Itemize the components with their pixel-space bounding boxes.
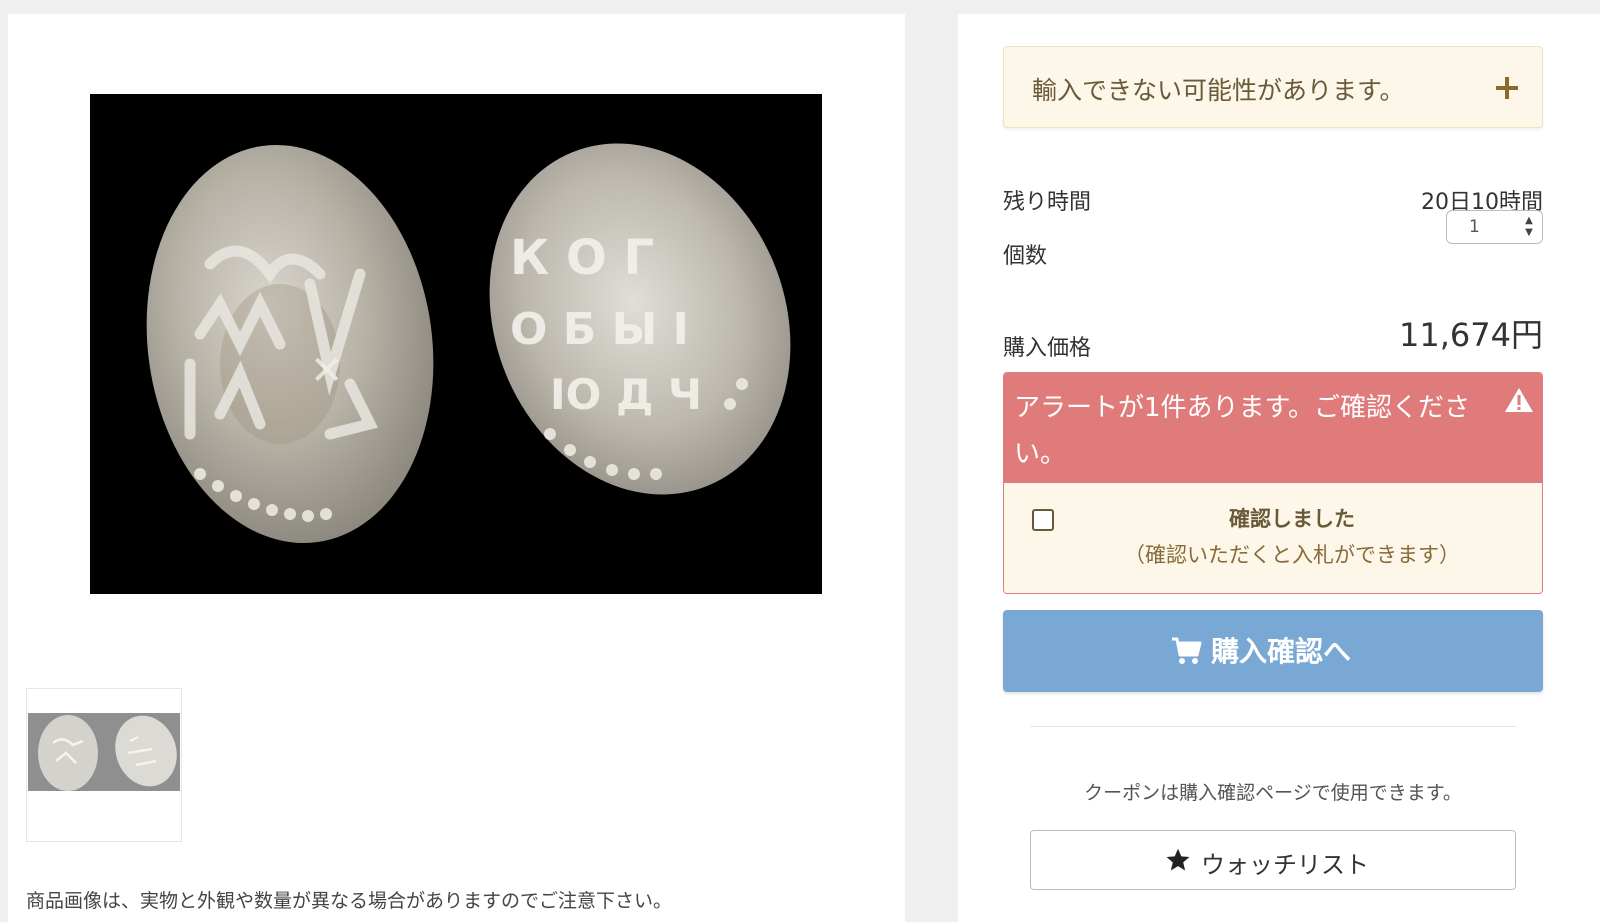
buy-confirm-button[interactable]: 購入確認へ bbox=[1003, 610, 1543, 692]
svg-text:О Б Ы І: О Б Ы І bbox=[510, 304, 689, 355]
coin-reverse-image: К О Г О Б Ы І ІО Д Ч bbox=[489, 143, 791, 495]
plus-icon bbox=[1496, 77, 1518, 99]
image-disclaimer: 商品画像は、実物と外観や数量が異なる場合がありますのでご注意下さい。 bbox=[26, 890, 673, 912]
svg-text:ІО Д Ч: ІО Д Ч bbox=[550, 370, 702, 419]
thumbnail-coins bbox=[38, 715, 177, 791]
coupon-note: クーポンは購入確認ページで使用できます。 bbox=[1084, 782, 1462, 804]
price-label: 購入価格 bbox=[1003, 336, 1092, 361]
import-notice-text: 輸入できない可能性があります。 bbox=[1032, 76, 1405, 105]
svg-text:К О Г: К О Г bbox=[510, 230, 654, 286]
quantity-label: 個数 bbox=[1003, 244, 1048, 269]
time-left-label: 残り時間 bbox=[1003, 190, 1092, 215]
watchlist-button[interactable]: ウォッチリスト bbox=[1030, 830, 1516, 890]
select-arrows-icon: ▲ ▼ bbox=[1525, 215, 1533, 238]
star-icon bbox=[1166, 848, 1190, 871]
import-notice-toggle[interactable]: 輸入できない可能性があります。 bbox=[1003, 46, 1543, 128]
purchase-panel: 輸入できない可能性があります。 残り時間 20日10時間 個数 1 ▲ ▼ 購入価… bbox=[958, 14, 1600, 922]
quantity-value: 1 bbox=[1469, 217, 1480, 237]
coin-obverse-image: ✕ bbox=[146, 144, 434, 544]
watchlist-label: ウォッチリスト bbox=[1201, 851, 1369, 879]
main-product-image[interactable]: ✕ К О Г О Б Ы І ІО Д Ч bbox=[90, 94, 822, 594]
thumbnail-image[interactable] bbox=[26, 688, 182, 842]
thumbnail-photo bbox=[28, 713, 180, 791]
svg-text:✕: ✕ bbox=[310, 348, 344, 394]
confirm-label[interactable]: 確認しました （確認いただくと入札ができます） bbox=[1062, 501, 1522, 573]
divider bbox=[1030, 726, 1516, 727]
confirm-note-text: （確認いただくと入札ができます） bbox=[1124, 543, 1460, 567]
alert-header: アラートが1件あります。ご確認ください。 bbox=[1004, 373, 1542, 483]
alert-confirm-area: 確認しました （確認いただくと入札ができます） bbox=[1004, 483, 1542, 593]
confirm-checkbox[interactable] bbox=[1032, 509, 1054, 531]
buy-confirm-label: 購入確認へ bbox=[1211, 635, 1352, 668]
cart-icon bbox=[1172, 637, 1202, 664]
product-image-panel: ✕ К О Г О Б Ы І ІО Д Ч 商品画像は、実物と外観や数量が異な… bbox=[8, 14, 905, 922]
alert-box: アラートが1件あります。ご確認ください。 確認しました （確認いただくと入札ができ… bbox=[1003, 372, 1543, 594]
confirm-strong-text: 確認しました bbox=[1229, 507, 1355, 531]
warning-icon bbox=[1505, 388, 1533, 412]
alert-message: アラートが1件あります。ご確認ください。 bbox=[1014, 393, 1470, 469]
price-value: 11,674円 bbox=[1399, 316, 1543, 354]
quantity-select[interactable]: 1 ▲ ▼ bbox=[1446, 210, 1543, 244]
